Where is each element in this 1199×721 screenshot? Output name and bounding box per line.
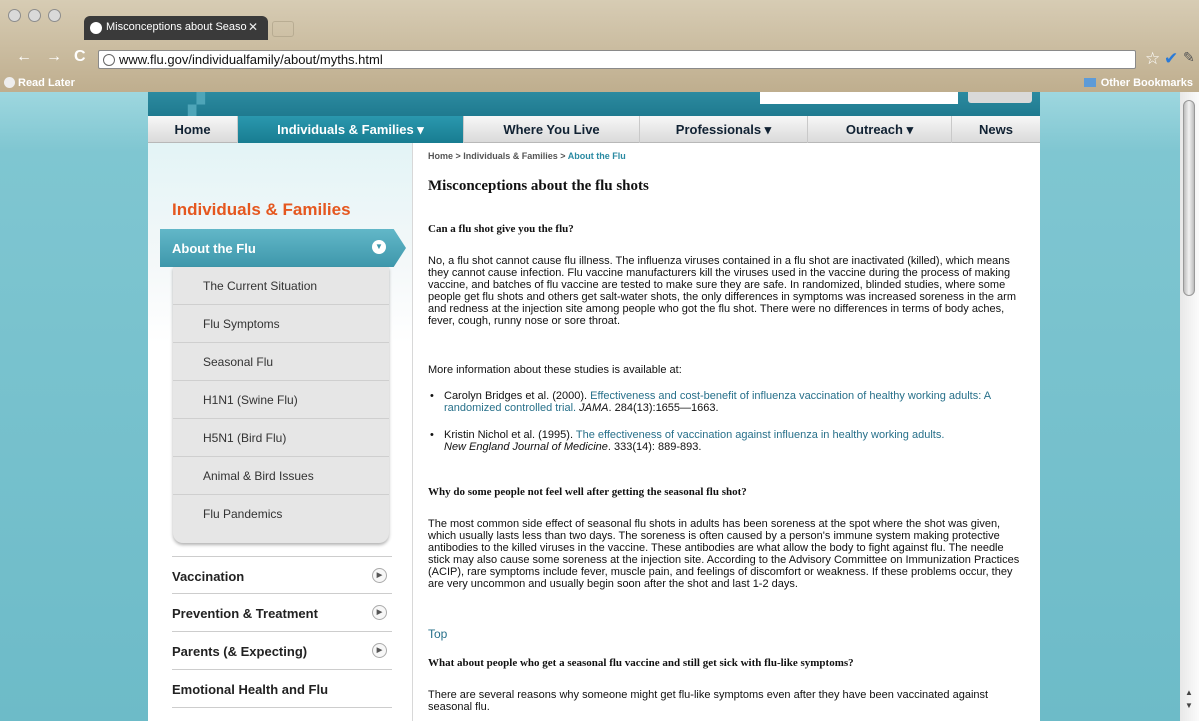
bookmark-icon [4,77,15,88]
sidebar-title: Individuals & Families [172,200,351,219]
minimize-window-button[interactable] [28,9,41,22]
sidebar: Individuals & Families About the Flu ▼ T… [148,143,413,721]
bullet-icon: • [430,390,434,402]
browser-tab[interactable]: Misconceptions about Seaso ✕ [84,16,268,40]
chevron-right-icon: ▶ [372,605,387,620]
bookmark-label: Read Later [18,77,75,89]
subitem-h5n1[interactable]: H5N1 (Bird Flu) [173,419,389,457]
site-search-input[interactable] [760,92,958,104]
ref-journal: New England Journal of Medicine [444,441,608,453]
scroll-down-icon[interactable]: ▼ [1185,701,1193,710]
breadcrumb-current[interactable]: About the Flu [568,151,626,161]
question-heading: What about people who get a seasonal flu… [428,657,854,669]
nav-news[interactable]: News [952,116,1040,143]
scrollbar-thumb[interactable] [1183,100,1195,296]
list-item: • Carolyn Bridges et al. (2000). Effectiv… [428,390,1021,414]
subitem-flu-pandemics[interactable]: Flu Pandemics [173,495,389,533]
favicon-icon [90,22,102,34]
breadcrumb-links[interactable]: Home > Individuals & Families > [428,151,568,161]
address-bar[interactable]: www.flu.gov/individualfamily/about/myths… [98,50,1136,69]
sidebar-item-prevention[interactable]: Prevention & Treatment ▶ [172,594,392,632]
paragraph: No, a flu shot cannot cause flu illness.… [428,255,1016,327]
paragraph: There are several reasons why someone mi… [428,689,989,713]
ref-citation: . 284(13):1655—1663. [608,402,719,414]
other-bookmarks[interactable]: Other Bookmarks [1083,77,1193,89]
site-logo[interactable]: ▞ [188,92,207,118]
close-window-button[interactable] [8,9,21,22]
site-container: ▞ Home Individuals & Families ▾ Where Yo… [148,92,1040,721]
url-text: www.flu.gov/individualfamily/about/myths… [119,52,383,67]
nav-professionals[interactable]: Professionals ▾ [640,116,808,143]
back-icon[interactable]: ← [16,48,32,66]
nav-home[interactable]: Home [148,116,238,143]
new-tab-button[interactable] [272,21,294,37]
reload-icon[interactable]: C [74,48,86,66]
bookmark-read-later[interactable]: Read Later [4,77,75,89]
page-title: Misconceptions about the flu shots [428,178,649,194]
nav-individuals-families[interactable]: Individuals & Families ▾ [238,116,464,143]
paragraph: More information about these studies is … [428,364,682,376]
sidebar-item-label: Vaccination [172,569,245,584]
sidebar-item-label: Prevention & Treatment [172,606,318,621]
bookmark-label: Other Bookmarks [1100,77,1193,89]
site-search-button[interactable] [968,92,1032,103]
ref-author: Kristin Nichol et al. (1995). [444,429,576,441]
tab-title: Misconceptions about Seaso [106,21,247,33]
subitem-current-situation[interactable]: The Current Situation [173,267,389,305]
close-tab-icon[interactable]: ✕ [248,20,258,34]
reference-link[interactable]: The effectiveness of vaccination against… [576,429,945,441]
question-heading: Can a flu shot give you the flu? [428,223,574,235]
vertical-scrollbar[interactable]: ▲ ▼ [1180,92,1199,721]
scroll-up-icon[interactable]: ▲ [1185,688,1193,697]
list-item: • Kristin Nichol et al. (1995). The effec… [428,429,1021,453]
subitem-animal-bird-issues[interactable]: Animal & Bird Issues [173,457,389,495]
paragraph: The most common side effect of seasonal … [428,518,1020,590]
bookmarks-bar: Read Later Other Bookmarks [0,74,1199,92]
globe-icon [103,54,115,66]
subitem-seasonal-flu[interactable]: Seasonal Flu [173,343,389,381]
sidebar-item-label: About the Flu [172,241,256,256]
ref-author: Carolyn Bridges et al. (2000). [444,390,591,402]
nav-outreach[interactable]: Outreach ▾ [808,116,952,143]
zoom-window-button[interactable] [48,9,61,22]
chevron-right-icon: ▶ [372,643,387,658]
star-icon[interactable]: ☆ [1145,49,1160,69]
forward-icon[interactable]: → [46,48,62,66]
title-bar: Misconceptions about Seaso ✕ [0,0,1199,40]
main-nav: Home Individuals & Families ▾ Where You … [148,116,1040,143]
browser-chrome: Misconceptions about Seaso ✕ ← → C www.f… [0,0,1199,92]
sidebar-item-label: Parents (& Expecting) [172,644,308,659]
nav-where-you-live[interactable]: Where You Live [464,116,640,143]
sidebar-item-about-the-flu[interactable]: About the Flu ▼ [160,229,406,267]
sidebar-item-parents[interactable]: Parents (& Expecting) ▶ [172,632,392,670]
bullet-icon: • [430,429,434,441]
sidebar-item-label: Emotional Health and Flu [172,682,329,697]
chevron-right-icon: ▶ [372,568,387,583]
folder-icon [1083,78,1096,87]
chevron-down-icon: ▼ [372,240,386,254]
site-header: ▞ [148,92,1040,118]
subitem-flu-symptoms[interactable]: Flu Symptoms [173,305,389,343]
sidebar-item-emotional-health[interactable]: Emotional Health and Flu [172,670,392,708]
question-heading: Why do some people not feel well after g… [428,486,747,498]
sidebar-item-vaccination[interactable]: Vaccination ▶ [172,556,392,594]
sidebar-submenu: The Current Situation Flu Symptoms Seaso… [173,267,389,543]
subitem-h1n1[interactable]: H1N1 (Swine Flu) [173,381,389,419]
breadcrumb: Home > Individuals & Families > About th… [428,151,626,161]
checkmark-icon[interactable]: ✔ [1164,49,1178,69]
wrench-icon[interactable]: ✎ [1183,49,1195,66]
ref-citation: . 333(14): 889-893. [607,441,702,453]
page-viewport: ▞ Home Individuals & Families ▾ Where Yo… [0,92,1180,721]
top-link[interactable]: Top [428,627,447,641]
ref-journal: JAMA [576,402,609,414]
